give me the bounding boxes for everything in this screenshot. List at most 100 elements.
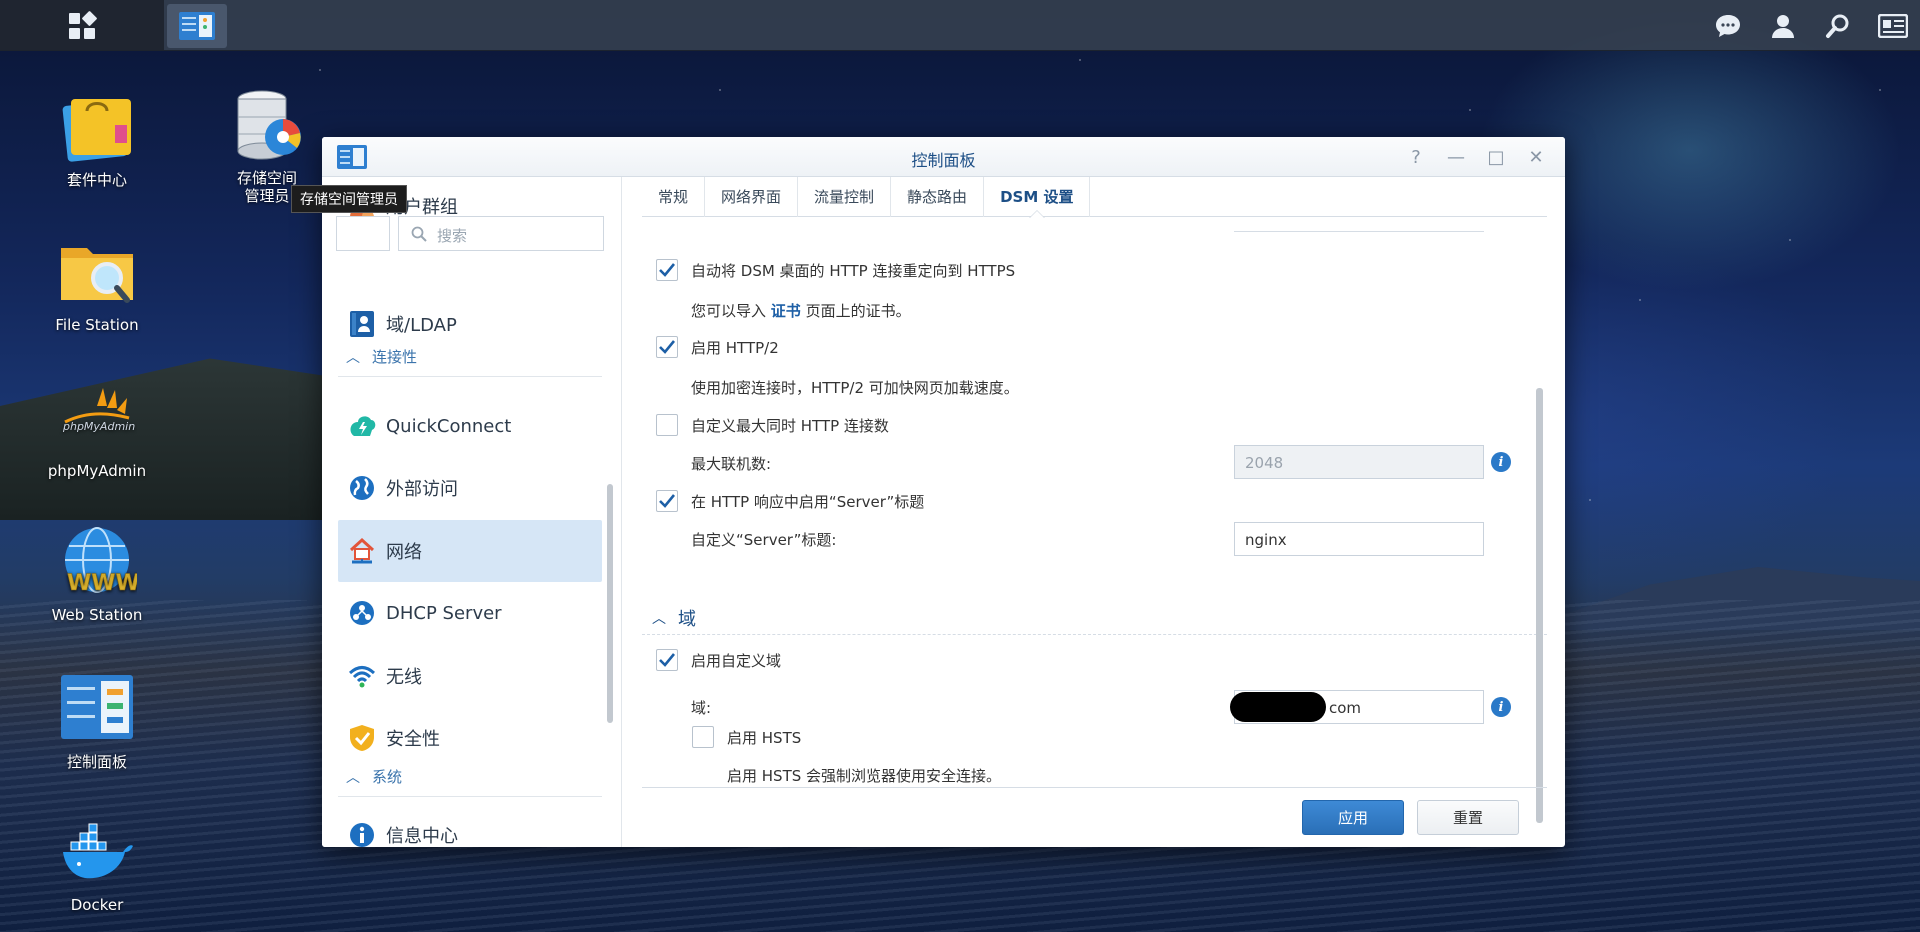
max-connections-input[interactable]: 2048 bbox=[1234, 445, 1484, 479]
sidebar-item-label: DHCP Server bbox=[386, 602, 502, 624]
sidebar-section-connectivity[interactable]: ︿ 连接性 bbox=[338, 337, 602, 377]
sidebar-item-quickconnect[interactable]: QuickConnect bbox=[338, 395, 602, 457]
hsts-checkbox[interactable] bbox=[692, 726, 714, 748]
info-icon[interactable]: i bbox=[1491, 697, 1511, 717]
sidebar-item-label: 无线 bbox=[386, 667, 422, 688]
search-input[interactable]: 搜索 bbox=[398, 216, 604, 251]
content-scrollbar[interactable] bbox=[1536, 388, 1543, 823]
web-globe-icon: WWW bbox=[65, 527, 140, 596]
notifications-button[interactable] bbox=[1700, 0, 1755, 51]
window-title: 控制面板 bbox=[911, 151, 976, 170]
desktop-icon-label: phpMyAdmin bbox=[47, 462, 147, 480]
tab-static-route[interactable]: 静态路由 bbox=[891, 177, 985, 217]
desktop-icon-docker[interactable]: Docker bbox=[27, 812, 167, 914]
window-titlebar[interactable]: 控制面板 ? — □ ✕ bbox=[322, 137, 1565, 177]
sidebar-item-label: 网络 bbox=[386, 542, 422, 563]
domain-section-header[interactable]: ︿ 域 bbox=[642, 602, 1547, 635]
sidebar-item-label: 域/LDAP bbox=[386, 315, 457, 336]
redirect-https-checkbox[interactable] bbox=[656, 259, 678, 281]
desktop-icon-phpmyadmin[interactable]: phpMyAdmin phpMyAdmin bbox=[27, 378, 167, 480]
max-connections-checkbox[interactable] bbox=[656, 414, 678, 436]
chevron-up-icon: ︿ bbox=[346, 349, 360, 366]
sidebar-section-system[interactable]: ︿ 系统 bbox=[338, 757, 602, 797]
desktop-icon-file-station[interactable]: File Station bbox=[27, 232, 167, 334]
sidebar-scrollbar[interactable] bbox=[607, 484, 613, 723]
custom-domain-checkbox[interactable] bbox=[656, 649, 678, 671]
user-button[interactable] bbox=[1755, 0, 1810, 51]
window-footer: 应用 重置 bbox=[642, 787, 1547, 847]
widgets-icon bbox=[1877, 13, 1908, 38]
desktop-icon-package-center[interactable]: 套件中心 bbox=[27, 85, 167, 190]
search-button[interactable] bbox=[1810, 0, 1865, 51]
custom-domain-label: 启用自定义域 bbox=[691, 651, 782, 670]
maximize-icon[interactable]: □ bbox=[1483, 145, 1509, 169]
max-connections-field-label: 最大联机数: bbox=[691, 455, 772, 473]
shopping-bag-icon bbox=[62, 99, 131, 162]
sidebar-item-label: 外部访问 bbox=[386, 479, 458, 500]
sidebar-item-external-access[interactable]: 外部访问 bbox=[338, 457, 602, 519]
tab-bar: 常规 网络界面 流量控制 静态路由 DSM 设置 bbox=[642, 177, 1547, 217]
sidebar-section-label: 系统 bbox=[372, 768, 403, 786]
hsts-note: 启用 HSTS 会强制浏览器使用安全连接。 bbox=[727, 767, 1002, 785]
server-header-input[interactable]: nginx bbox=[1234, 522, 1484, 556]
user-icon bbox=[1771, 14, 1794, 38]
sidebar-item-wireless[interactable]: 无线 bbox=[338, 645, 602, 707]
phpmyadmin-logo-icon: phpMyAdmin bbox=[62, 388, 135, 433]
globe-icon bbox=[348, 474, 376, 502]
info-icon bbox=[348, 821, 376, 847]
search-placeholder: 搜索 bbox=[437, 227, 468, 245]
info-icon[interactable]: i bbox=[1491, 452, 1511, 472]
server-header-label: 在 HTTP 响应中启用“Server”标题 bbox=[691, 492, 925, 511]
certificate-link[interactable]: 证书 bbox=[771, 302, 801, 320]
desktop-icon-web-station[interactable]: WWW Web Station bbox=[27, 522, 167, 624]
reset-button[interactable]: 重置 bbox=[1417, 800, 1519, 835]
svg-text:WWW: WWW bbox=[67, 571, 137, 596]
domain-field-label: 域: bbox=[691, 699, 712, 717]
dhcp-network-icon bbox=[348, 599, 376, 627]
search-icon bbox=[411, 226, 427, 242]
server-header-checkbox[interactable] bbox=[656, 490, 678, 512]
sidebar-item-info-center[interactable]: 信息中心 bbox=[338, 804, 602, 847]
http2-label: 启用 HTTP/2 bbox=[691, 338, 779, 357]
sidebar: 用户群组 搜索 域/LDAP ︿ 连接性 QuickConnect 外部访问 网… bbox=[322, 177, 622, 847]
desktop-icon-label: File Station bbox=[55, 316, 139, 334]
tab-general[interactable]: 常规 bbox=[642, 177, 706, 217]
desktop-icon-label: 套件中心 bbox=[66, 171, 127, 189]
widgets-button[interactable] bbox=[1865, 0, 1920, 51]
hsts-row: 启用 HSTS bbox=[692, 726, 801, 748]
custom-domain-row: 启用自定义域 bbox=[656, 649, 781, 671]
sidebar-item-dhcp-server[interactable]: DHCP Server bbox=[338, 582, 602, 644]
desktop-icon-label: Web Station bbox=[51, 606, 143, 624]
sidebar-item-network[interactable]: 网络 bbox=[338, 520, 602, 582]
desktop-icon-control-panel[interactable]: 控制面板 bbox=[27, 667, 167, 772]
cert-note-prefix: 您可以导入 bbox=[691, 302, 767, 320]
server-header-field-label: 自定义“Server”标题: bbox=[691, 531, 837, 549]
tab-traffic-control[interactable]: 流量控制 bbox=[798, 177, 892, 217]
taskbar-control-panel[interactable] bbox=[167, 4, 227, 48]
tab-network-interface[interactable]: 网络界面 bbox=[705, 177, 799, 217]
main-menu-button[interactable] bbox=[0, 0, 164, 51]
sidebar-section-label: 连接性 bbox=[372, 348, 418, 366]
desktop-tooltip: 存储空间管理员 bbox=[291, 185, 407, 213]
sidebar-item-label: QuickConnect bbox=[386, 415, 512, 437]
chevron-up-icon: ︿ bbox=[346, 769, 360, 786]
wifi-icon bbox=[348, 662, 376, 690]
http2-row: 启用 HTTP/2 bbox=[656, 336, 779, 358]
http2-checkbox[interactable] bbox=[656, 336, 678, 358]
tab-dsm-settings[interactable]: DSM 设置 bbox=[984, 177, 1091, 217]
sidebar-toggle-button[interactable] bbox=[336, 216, 390, 251]
shield-icon bbox=[348, 724, 376, 752]
minimize-icon[interactable]: — bbox=[1443, 145, 1469, 169]
taskbar bbox=[0, 0, 1920, 51]
sidebar-item-label: 信息中心 bbox=[386, 826, 458, 847]
close-icon[interactable]: ✕ bbox=[1523, 145, 1549, 169]
help-icon[interactable]: ? bbox=[1403, 145, 1429, 169]
desktop-icon-label: Docker bbox=[70, 896, 124, 914]
desktop-icon-label: 控制面板 bbox=[66, 753, 127, 771]
cert-note-suffix: 页面上的证书。 bbox=[805, 302, 911, 320]
storage-database-icon bbox=[237, 90, 301, 160]
svg-text:phpMyAdmin: phpMyAdmin bbox=[62, 420, 135, 433]
folder-search-icon bbox=[61, 248, 133, 303]
apply-button[interactable]: 应用 bbox=[1302, 800, 1404, 835]
http2-note: 使用加密连接时，HTTP/2 可加快网页加载速度。 bbox=[691, 379, 1019, 397]
